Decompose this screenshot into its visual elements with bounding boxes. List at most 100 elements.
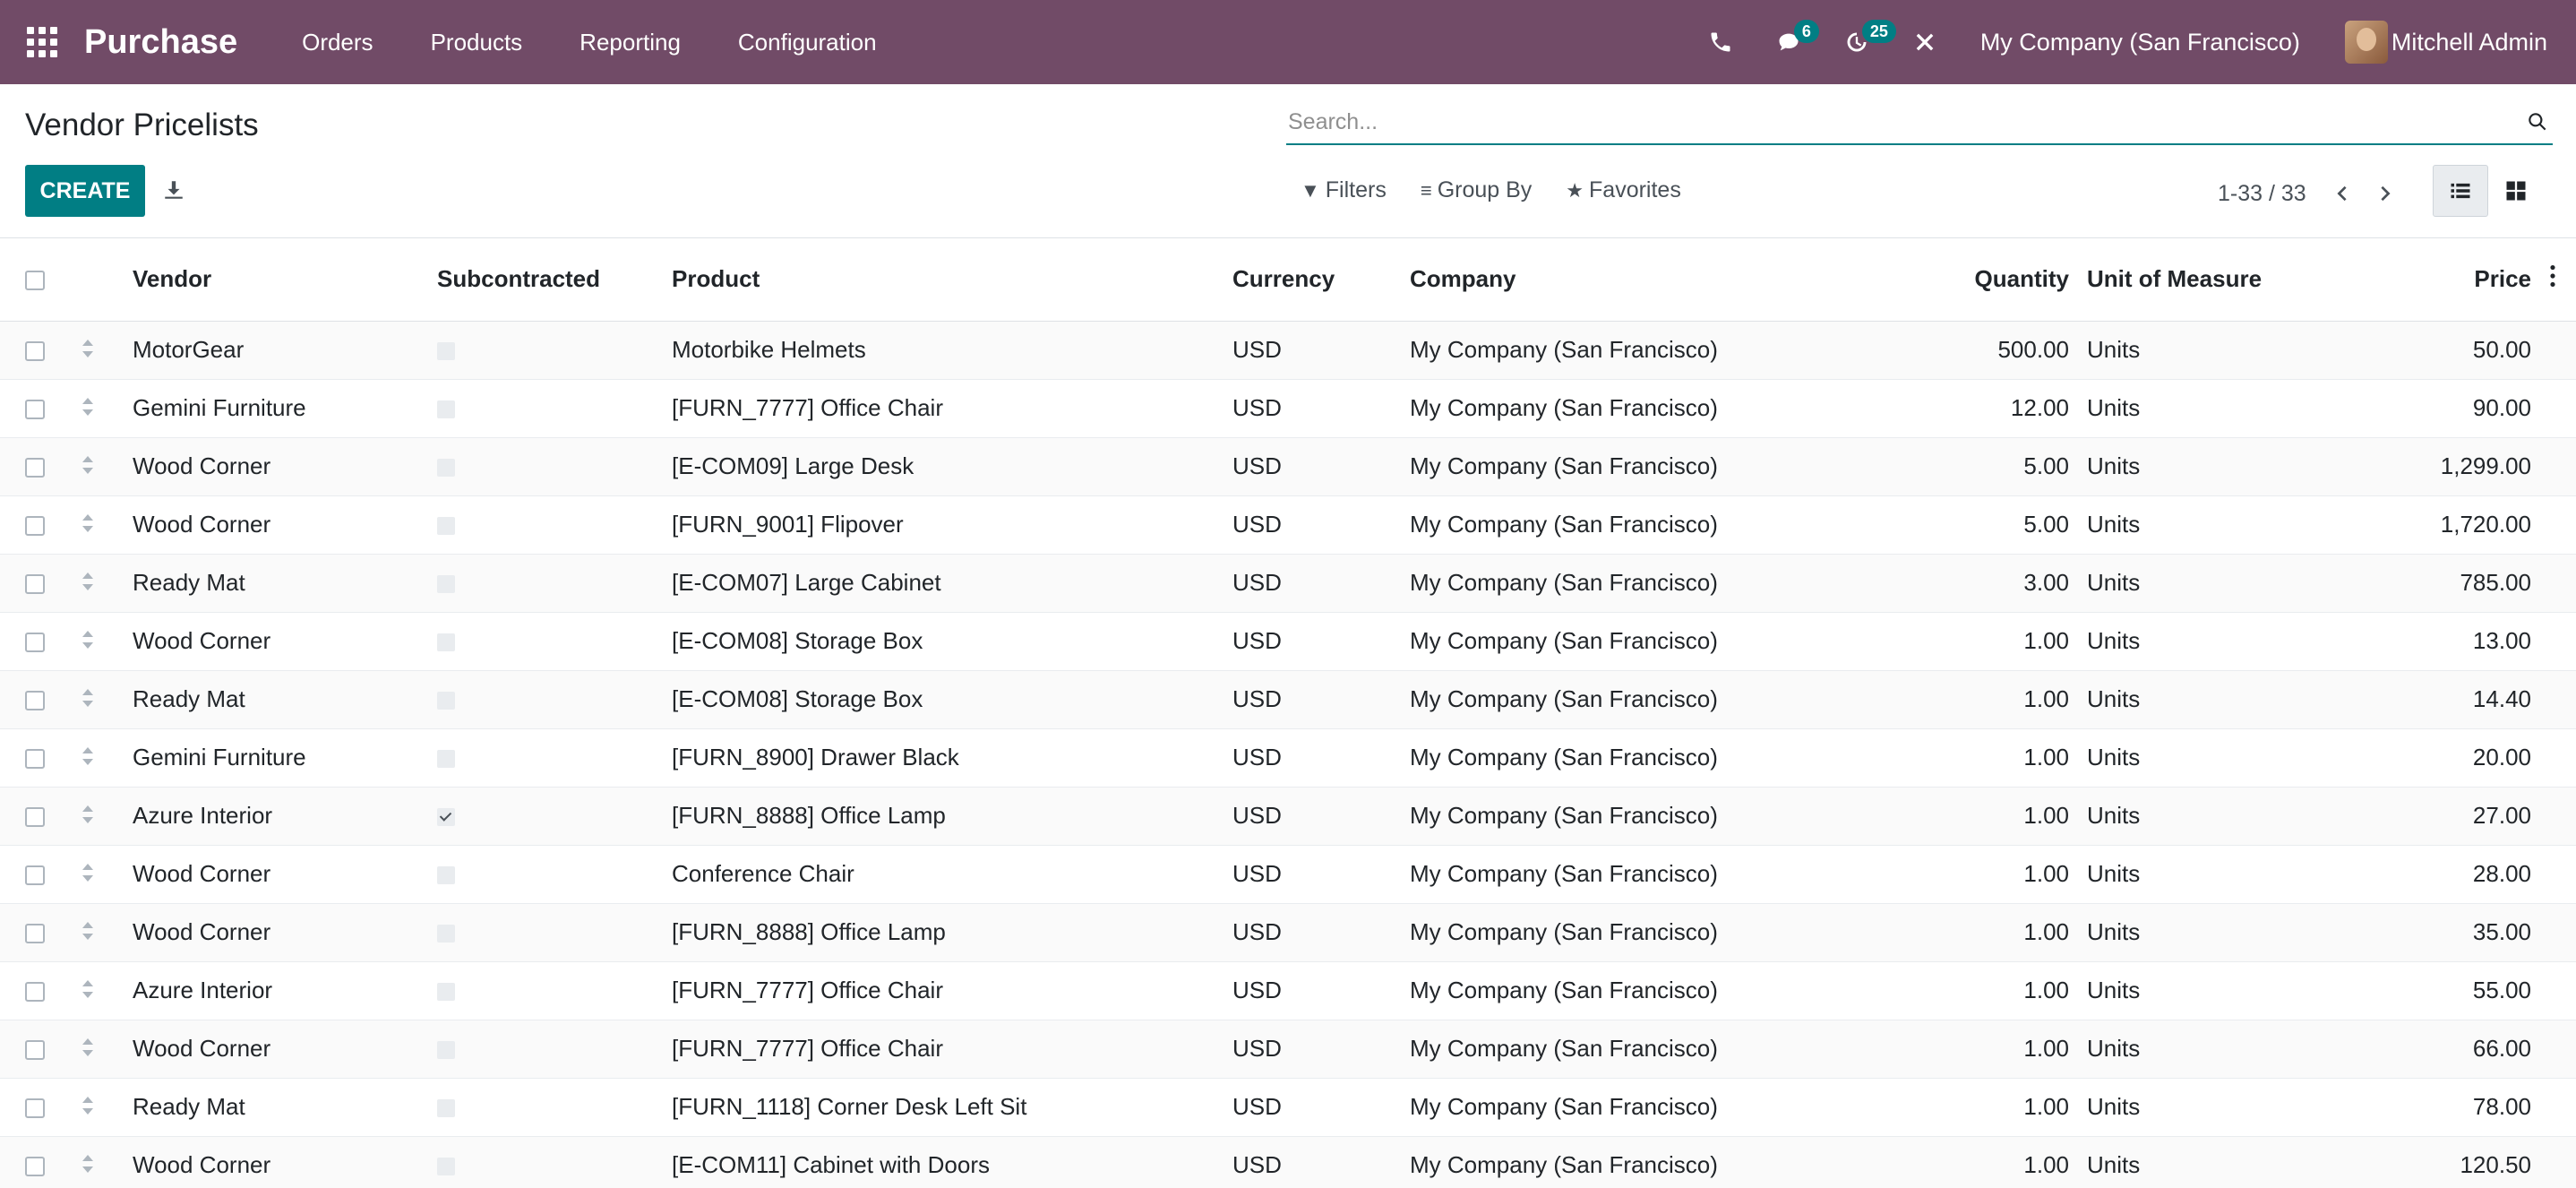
cell-price[interactable]: 55.00 bbox=[2316, 961, 2540, 1020]
table-row[interactable]: Ready Mat [FURN_1118] Corner Desk Left Si… bbox=[0, 1078, 2576, 1136]
cell-price[interactable]: 35.00 bbox=[2316, 903, 2540, 961]
cell-vendor[interactable]: Wood Corner bbox=[124, 903, 428, 961]
cell-currency[interactable]: USD bbox=[1224, 845, 1401, 903]
cell-uom[interactable]: Units bbox=[2078, 1078, 2316, 1136]
cell-uom[interactable]: Units bbox=[2078, 1136, 2316, 1188]
row-checkbox[interactable] bbox=[25, 1157, 45, 1177]
cell-company[interactable]: My Company (San Francisco) bbox=[1401, 495, 1827, 554]
cell-currency[interactable]: USD bbox=[1224, 379, 1401, 437]
cell-product[interactable]: [FURN_1118] Corner Desk Left Sit bbox=[663, 1078, 1224, 1136]
table-row[interactable]: MotorGear Motorbike Helmets USD My Company … bbox=[0, 321, 2576, 379]
table-row[interactable]: Wood Corner Conference Chair USD My Company… bbox=[0, 845, 2576, 903]
cell-price[interactable]: 120.50 bbox=[2316, 1136, 2540, 1188]
cell-uom[interactable]: Units bbox=[2078, 1020, 2316, 1078]
cell-product[interactable]: [E-COM09] Large Desk bbox=[663, 437, 1224, 495]
cell-quantity[interactable]: 1.00 bbox=[1827, 670, 2078, 728]
cell-company[interactable]: My Company (San Francisco) bbox=[1401, 1136, 1827, 1188]
cell-currency[interactable]: USD bbox=[1224, 1078, 1401, 1136]
cell-currency[interactable]: USD bbox=[1224, 437, 1401, 495]
drag-handle-icon[interactable] bbox=[81, 512, 95, 539]
column-currency[interactable]: Currency bbox=[1224, 238, 1401, 321]
cell-vendor[interactable]: Wood Corner bbox=[124, 1020, 428, 1078]
cell-vendor[interactable]: Wood Corner bbox=[124, 437, 428, 495]
drag-handle-icon[interactable] bbox=[81, 453, 95, 481]
cell-price[interactable]: 90.00 bbox=[2316, 379, 2540, 437]
cell-price[interactable]: 28.00 bbox=[2316, 845, 2540, 903]
cell-company[interactable]: My Company (San Francisco) bbox=[1401, 321, 1827, 379]
cell-vendor[interactable]: Wood Corner bbox=[124, 1136, 428, 1188]
cell-price[interactable]: 1,299.00 bbox=[2316, 437, 2540, 495]
drag-handle-icon[interactable] bbox=[81, 1094, 95, 1122]
cell-vendor[interactable]: Ready Mat bbox=[124, 554, 428, 612]
row-checkbox[interactable] bbox=[25, 516, 45, 537]
tools-icon[interactable] bbox=[1898, 0, 1952, 84]
user-menu[interactable]: Mitchell Admin bbox=[2344, 21, 2576, 64]
row-checkbox[interactable] bbox=[25, 400, 45, 420]
filters-button[interactable]: ▼ Filters bbox=[1301, 177, 1387, 203]
table-row[interactable]: Wood Corner [E-COM11] Cabinet with Doors U… bbox=[0, 1136, 2576, 1188]
cell-company[interactable]: My Company (San Francisco) bbox=[1401, 1020, 1827, 1078]
cell-product[interactable]: [E-COM07] Large Cabinet bbox=[663, 554, 1224, 612]
cell-currency[interactable]: USD bbox=[1224, 787, 1401, 845]
cell-quantity[interactable]: 3.00 bbox=[1827, 554, 2078, 612]
cell-product[interactable]: [FURN_7777] Office Chair bbox=[663, 961, 1224, 1020]
cell-price[interactable]: 27.00 bbox=[2316, 787, 2540, 845]
cell-uom[interactable]: Units bbox=[2078, 961, 2316, 1020]
table-row[interactable]: Wood Corner [E-COM08] Storage Box USD My Co… bbox=[0, 612, 2576, 670]
cell-vendor[interactable]: Ready Mat bbox=[124, 670, 428, 728]
table-row[interactable]: Wood Corner [FURN_8888] Office Lamp USD My … bbox=[0, 903, 2576, 961]
chevron-right-icon[interactable] bbox=[2367, 176, 2403, 211]
table-row[interactable]: Gemini Furniture [FURN_8900] Drawer Black… bbox=[0, 728, 2576, 787]
table-row[interactable]: Wood Corner [FURN_9001] Flipover USD My Com… bbox=[0, 495, 2576, 554]
cell-company[interactable]: My Company (San Francisco) bbox=[1401, 379, 1827, 437]
cell-product[interactable]: [E-COM08] Storage Box bbox=[663, 670, 1224, 728]
drag-handle-icon[interactable] bbox=[81, 570, 95, 598]
chevron-left-icon[interactable] bbox=[2324, 176, 2360, 211]
row-checkbox[interactable] bbox=[25, 982, 45, 1003]
cell-product[interactable]: [FURN_7777] Office Chair bbox=[663, 379, 1224, 437]
cell-uom[interactable]: Units bbox=[2078, 728, 2316, 787]
drag-handle-icon[interactable] bbox=[81, 803, 95, 831]
cell-product[interactable]: [FURN_8888] Office Lamp bbox=[663, 787, 1224, 845]
cell-quantity[interactable]: 1.00 bbox=[1827, 787, 2078, 845]
drag-handle-icon[interactable] bbox=[81, 745, 95, 772]
cell-price[interactable]: 50.00 bbox=[2316, 321, 2540, 379]
list-view-icon[interactable] bbox=[2433, 165, 2488, 217]
search-input[interactable] bbox=[1286, 108, 2526, 135]
cell-vendor[interactable]: Ready Mat bbox=[124, 1078, 428, 1136]
cell-uom[interactable]: Units bbox=[2078, 787, 2316, 845]
cell-company[interactable]: My Company (San Francisco) bbox=[1401, 845, 1827, 903]
cell-price[interactable]: 1,720.00 bbox=[2316, 495, 2540, 554]
create-button[interactable]: CREATE bbox=[25, 165, 145, 217]
cell-company[interactable]: My Company (San Francisco) bbox=[1401, 728, 1827, 787]
phone-icon[interactable] bbox=[1694, 0, 1747, 84]
cell-currency[interactable]: USD bbox=[1224, 903, 1401, 961]
table-row[interactable]: Azure Interior [FURN_8888] Office Lamp USD… bbox=[0, 787, 2576, 845]
optional-columns-icon[interactable] bbox=[2540, 238, 2576, 321]
cell-quantity[interactable]: 1.00 bbox=[1827, 845, 2078, 903]
cell-price[interactable]: 14.40 bbox=[2316, 670, 2540, 728]
cell-price[interactable]: 20.00 bbox=[2316, 728, 2540, 787]
cell-currency[interactable]: USD bbox=[1224, 612, 1401, 670]
cell-quantity[interactable]: 1.00 bbox=[1827, 903, 2078, 961]
messages-icon[interactable]: 6 bbox=[1762, 0, 1819, 84]
table-row[interactable]: Azure Interior [FURN_7777] Office Chair US… bbox=[0, 961, 2576, 1020]
cell-quantity[interactable]: 500.00 bbox=[1827, 321, 2078, 379]
cell-quantity[interactable]: 1.00 bbox=[1827, 728, 2078, 787]
cell-quantity[interactable]: 5.00 bbox=[1827, 437, 2078, 495]
cell-currency[interactable]: USD bbox=[1224, 670, 1401, 728]
cell-company[interactable]: My Company (San Francisco) bbox=[1401, 961, 1827, 1020]
cell-currency[interactable]: USD bbox=[1224, 1020, 1401, 1078]
cell-quantity[interactable]: 1.00 bbox=[1827, 612, 2078, 670]
row-checkbox[interactable] bbox=[25, 633, 45, 653]
cell-product[interactable]: Motorbike Helmets bbox=[663, 321, 1224, 379]
cell-currency[interactable]: USD bbox=[1224, 728, 1401, 787]
cell-price[interactable]: 66.00 bbox=[2316, 1020, 2540, 1078]
company-switcher[interactable]: My Company (San Francisco) bbox=[1959, 29, 2345, 56]
drag-handle-icon[interactable] bbox=[81, 686, 95, 714]
table-row[interactable]: Ready Mat [E-COM07] Large Cabinet USD My Co… bbox=[0, 554, 2576, 612]
cell-uom[interactable]: Units bbox=[2078, 612, 2316, 670]
drag-handle-icon[interactable] bbox=[81, 861, 95, 889]
app-name[interactable]: Purchase bbox=[84, 23, 237, 62]
cell-uom[interactable]: Units bbox=[2078, 670, 2316, 728]
